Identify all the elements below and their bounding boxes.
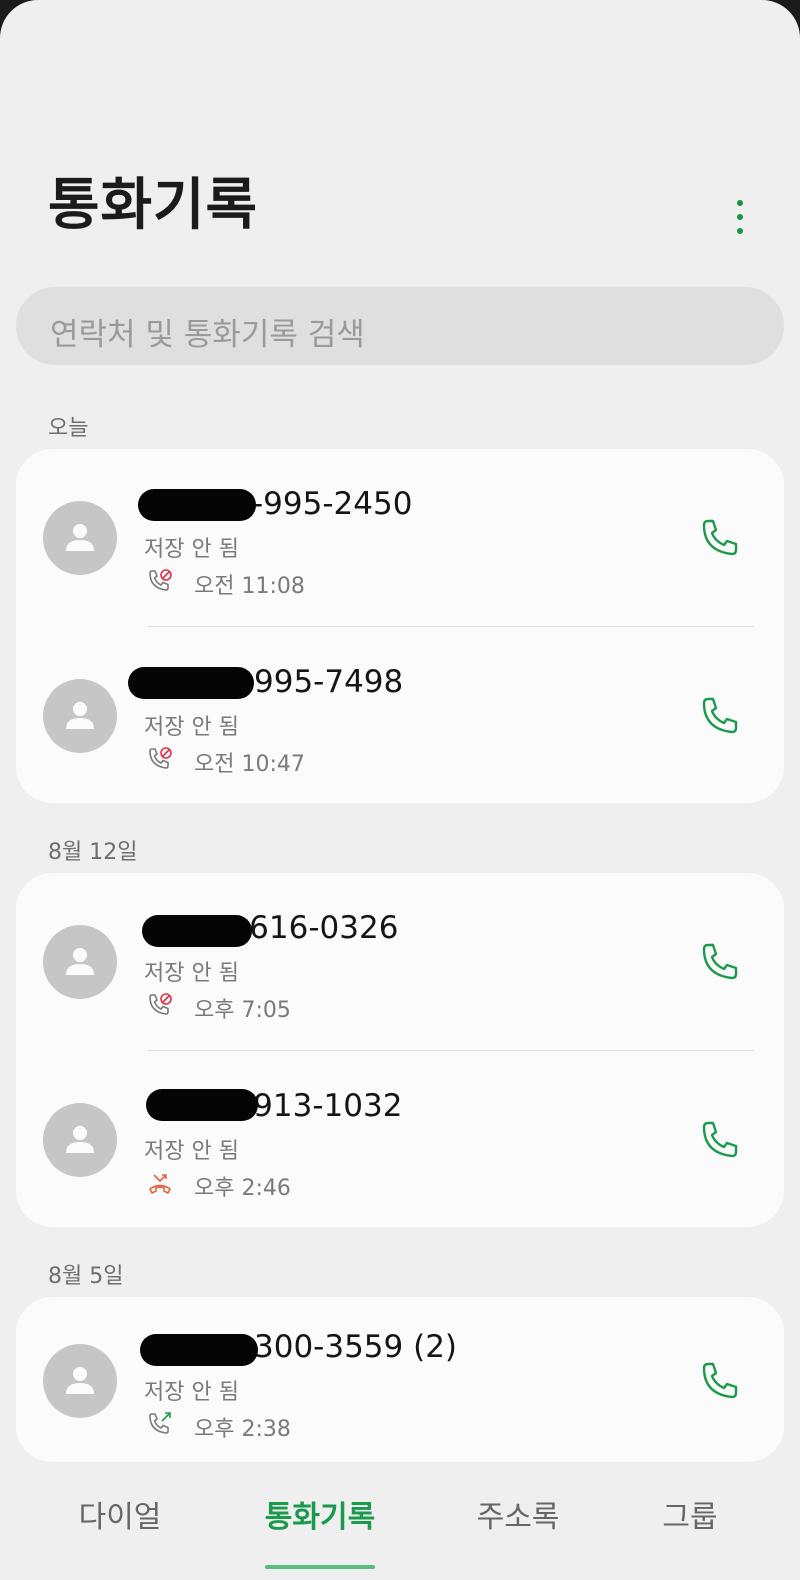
call-log-row[interactable]: -616-0326 저장 안 됨 오후 7:05 bbox=[16, 873, 784, 1051]
phone-number: 300-3559 (2) bbox=[254, 1329, 458, 1365]
avatar[interactable] bbox=[43, 501, 117, 575]
blocked-call-icon bbox=[149, 993, 172, 1015]
redaction-mark bbox=[138, 489, 256, 521]
more-dot bbox=[737, 214, 743, 220]
person-icon bbox=[66, 524, 94, 551]
search-placeholder: 연락처 및 통화기록 검색 bbox=[50, 317, 365, 353]
person-icon bbox=[66, 948, 94, 975]
call-log-row[interactable]: 995-7498 저장 안 됨 오전 10:47 bbox=[16, 627, 784, 805]
redaction-mark bbox=[140, 1334, 258, 1366]
call-button[interactable] bbox=[694, 1356, 744, 1406]
contact-status: 저장 안 됨 bbox=[144, 715, 239, 740]
call-log-row[interactable]: 300-3559 (2) 저장 안 됨 오후 2:38 bbox=[16, 1292, 784, 1470]
bottom-navigation: 다이얼 통화기록 주소록 그룹 bbox=[0, 1470, 800, 1580]
section-label-today: 오늘 bbox=[48, 416, 89, 441]
avatar[interactable] bbox=[43, 925, 117, 999]
blocked-call-icon bbox=[149, 569, 172, 591]
call-button[interactable] bbox=[694, 513, 744, 563]
call-card-aug-5: 300-3559 (2) 저장 안 됨 오후 2:38 bbox=[16, 1297, 784, 1462]
redaction-mark bbox=[146, 1089, 258, 1121]
call-log-screen: 통화기록 연락처 및 통화기록 검색 오늘 -995-2450 저장 안 됨 오… bbox=[0, 0, 800, 1580]
phone-number: 995-7498 bbox=[254, 664, 404, 700]
contact-status: 저장 안 됨 bbox=[144, 537, 239, 562]
tab-groups[interactable]: 그룹 bbox=[600, 1492, 780, 1536]
page-title: 통화기록 bbox=[48, 173, 259, 238]
section-label-date: 8월 5일 bbox=[48, 1264, 124, 1289]
more-dot bbox=[737, 228, 743, 234]
call-time: 오후 2:38 bbox=[194, 1417, 291, 1442]
call-card-today: -995-2450 저장 안 됨 오전 11:08 995-7498 저장 안 … bbox=[16, 449, 784, 803]
call-log-row[interactable]: -913-1032 저장 안 됨 오후 2:46 bbox=[16, 1051, 784, 1229]
redaction-mark bbox=[128, 667, 254, 699]
more-dot bbox=[737, 200, 743, 206]
contact-status: 저장 안 됨 bbox=[144, 1380, 239, 1405]
person-icon bbox=[66, 1126, 94, 1153]
phone-number: -995-2450 bbox=[252, 486, 413, 522]
contact-status: 저장 안 됨 bbox=[144, 1139, 239, 1164]
avatar[interactable] bbox=[43, 679, 117, 753]
phone-number: -913-1032 bbox=[242, 1088, 403, 1124]
missed-call-icon bbox=[149, 1174, 171, 1194]
avatar[interactable] bbox=[43, 1103, 117, 1177]
call-time: 오후 2:46 bbox=[194, 1176, 291, 1201]
outgoing-call-icon bbox=[149, 1412, 171, 1434]
contact-status: 저장 안 됨 bbox=[144, 961, 239, 986]
phone-number: -616-0326 bbox=[238, 910, 399, 946]
blocked-call-icon bbox=[149, 747, 172, 769]
call-time: 오전 10:47 bbox=[194, 752, 305, 777]
section-label-date: 8월 12일 bbox=[48, 840, 138, 865]
call-time: 오후 7:05 bbox=[194, 998, 291, 1023]
avatar[interactable] bbox=[43, 1344, 117, 1418]
call-button[interactable] bbox=[694, 1115, 744, 1165]
person-icon bbox=[66, 1367, 94, 1394]
person-icon bbox=[66, 702, 94, 729]
call-log-row[interactable]: -995-2450 저장 안 됨 오전 11:08 bbox=[16, 449, 784, 627]
redaction-mark bbox=[142, 915, 252, 947]
tab-call-log[interactable]: 통화기록 bbox=[230, 1492, 410, 1536]
call-card-aug-12: -616-0326 저장 안 됨 오후 7:05 -913-1032 저장 안 … bbox=[16, 873, 784, 1227]
more-options-icon[interactable] bbox=[720, 192, 760, 242]
tab-contacts[interactable]: 주소록 bbox=[428, 1492, 608, 1536]
search-bar[interactable]: 연락처 및 통화기록 검색 bbox=[16, 287, 784, 365]
call-button[interactable] bbox=[694, 937, 744, 987]
call-button[interactable] bbox=[694, 691, 744, 741]
tab-dialer[interactable]: 다이얼 bbox=[30, 1492, 210, 1536]
call-time: 오전 11:08 bbox=[194, 574, 305, 599]
active-tab-indicator bbox=[265, 1565, 375, 1569]
